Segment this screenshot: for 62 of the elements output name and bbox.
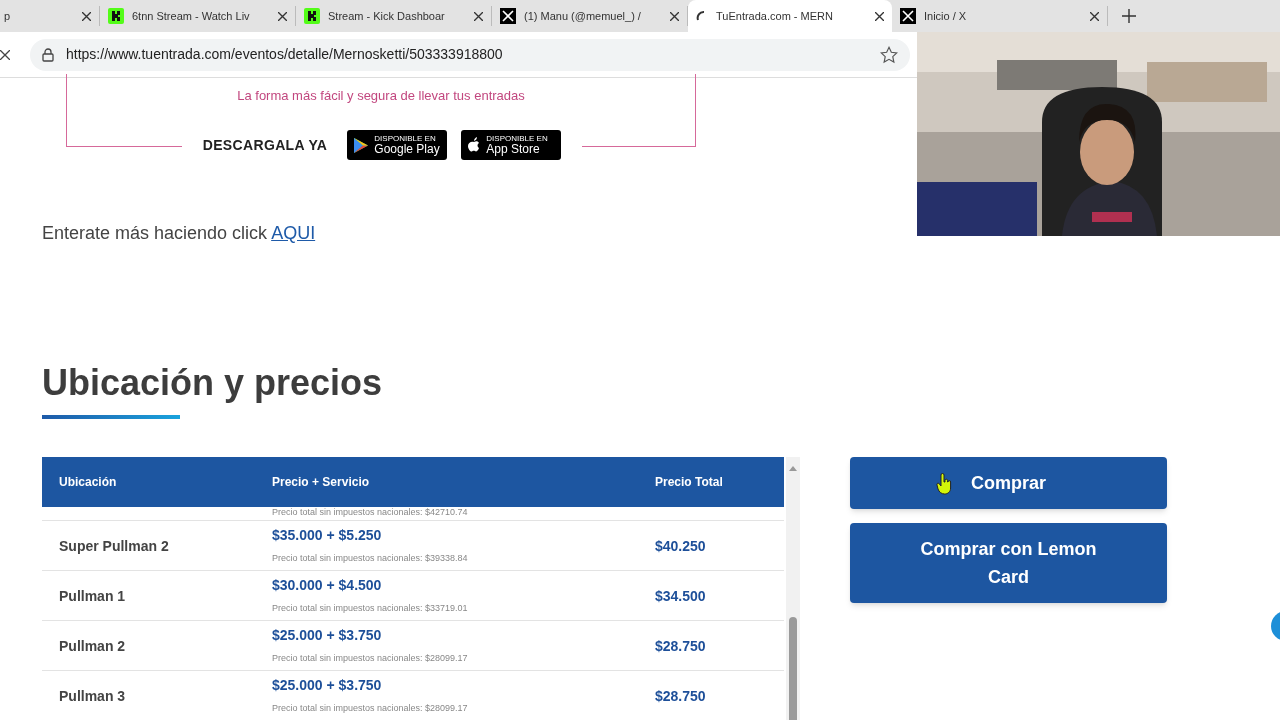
close-icon[interactable] <box>474 11 483 21</box>
total-price: $40.250 <box>655 537 706 554</box>
x-logo-icon <box>500 8 516 24</box>
buy-button[interactable]: Comprar con Lemon Card <box>850 523 1167 603</box>
browser-tab[interactable]: Inicio / X <box>892 6 1108 26</box>
price-note: Precio total sin impuestos nacionales: $33719.01 <box>272 602 469 616</box>
url-text: https://www.tuentrada.com/eventos/detalle/Mernosketti/503333918800 <box>66 45 504 64</box>
price-note: Precio total sin impuestos nacionales: $42710.74 <box>272 508 468 517</box>
hand-cursor-icon <box>936 473 952 495</box>
tab-title: (1) Manu (@memuel_) / <box>524 8 642 24</box>
tab-title: TuEntrada.com - MERN <box>716 8 834 24</box>
location-name: Super Pullman 2 <box>59 537 169 554</box>
download-label: DESCARGALA YA <box>202 135 328 155</box>
close-icon[interactable] <box>670 11 679 21</box>
new-tab-icon[interactable] <box>1122 9 1136 23</box>
browser-tab[interactable]: (1) Manu (@memuel_) / <box>492 6 688 26</box>
price-note: Precio total sin impuestos nacionales: $28099.17 <box>272 652 469 666</box>
k-logo-icon <box>304 8 320 24</box>
tab-title: p <box>4 8 12 24</box>
total-price: $28.750 <box>655 637 706 654</box>
browser-tab[interactable]: p <box>0 6 100 26</box>
x-logo-icon <box>900 8 916 24</box>
close-icon[interactable] <box>0 49 10 60</box>
location-name: Pullman 1 <box>59 587 126 604</box>
location-name: Pullman 3 <box>59 687 126 704</box>
aqui-link[interactable]: AQUI <box>271 223 316 243</box>
play-triangle-icon <box>353 136 370 154</box>
close-icon[interactable] <box>82 11 91 21</box>
price-text: $30.000 + $4.500 <box>272 576 383 596</box>
location-name: Pullman 2 <box>59 637 126 654</box>
total-price: $28.750 <box>655 687 706 704</box>
apple-icon <box>467 137 482 153</box>
browser-tab[interactable]: Stream - Kick Dashboar <box>296 6 492 26</box>
store-badge[interactable]: DISPONIBLE EN Google Play <box>347 130 448 160</box>
close-icon[interactable] <box>875 11 884 21</box>
tab-title: Stream - Kick Dashboar <box>328 8 446 24</box>
tagline: La forma más fácil y segura de llevar tus entradas <box>237 87 525 105</box>
lock-icon <box>42 47 54 62</box>
column-header: Precio + Servicio <box>272 475 370 489</box>
k-logo-icon <box>108 8 124 24</box>
scrollbar[interactable] <box>786 457 800 720</box>
price-text: $35.000 + $5.250 <box>272 526 383 546</box>
address-bar[interactable]: https://www.tuentrada.com/eventos/detalle/Mernosketti/503333918800 <box>30 38 910 71</box>
column-header: Ubicación <box>59 475 117 489</box>
tab-title: Inicio / X <box>924 8 968 24</box>
scroll-thumb[interactable] <box>789 617 797 720</box>
price-text: $25.000 + $3.750 <box>272 676 383 696</box>
price-text: $25.000 + $3.750 <box>272 626 383 646</box>
tab-title: 6tnn Stream - Watch Liv <box>132 8 251 24</box>
buy-button[interactable]: Comprar <box>850 457 1167 509</box>
total-price: $34.500 <box>655 587 706 604</box>
info-text: Enterate más haciendo click AQUI <box>42 223 316 243</box>
store-badge[interactable]: DISPONIBLE EN App Store <box>461 130 562 160</box>
browser-tab[interactable]: TuEntrada.com - MERN <box>688 0 892 32</box>
browser-tab[interactable]: 6tnn Stream - Watch Liv <box>100 6 296 26</box>
section-title: Ubicación y precios <box>42 365 384 401</box>
price-note: Precio total sin impuestos nacionales: $28099.17 <box>272 702 469 716</box>
close-icon[interactable] <box>278 11 287 21</box>
star-icon[interactable] <box>880 45 898 64</box>
column-header: Precio Total <box>655 475 723 489</box>
close-icon[interactable] <box>1090 11 1099 21</box>
price-note: Precio total sin impuestos nacionales: $39338.84 <box>272 552 469 566</box>
